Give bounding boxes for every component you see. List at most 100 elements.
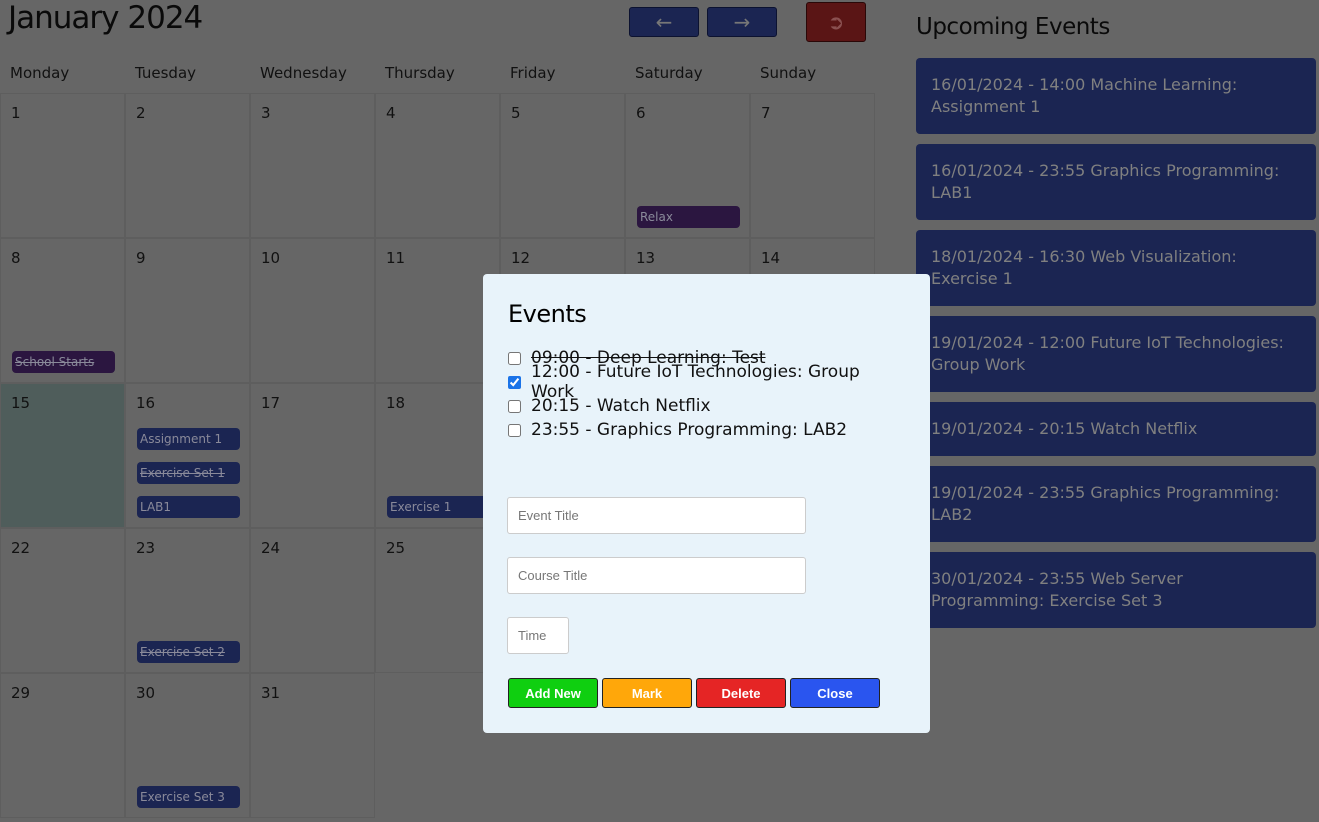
- upcoming-event-card[interactable]: 16/01/2024 - 23:55 Graphics Programming:…: [916, 144, 1316, 220]
- day-cell[interactable]: 24: [250, 528, 375, 673]
- day-cell[interactable]: 18 Exercise 1: [375, 383, 500, 528]
- day-number: 4: [386, 104, 396, 122]
- arrow-left-icon: ←: [655, 10, 673, 34]
- event-label: 20:15 - Watch Netflix: [531, 396, 711, 416]
- event-list: 09:00 - Deep Learning: Test 12:00 - Futur…: [508, 346, 905, 442]
- mark-button[interactable]: Mark: [602, 678, 692, 708]
- event-checkbox[interactable]: [508, 423, 521, 437]
- logout-button[interactable]: ➲: [806, 2, 866, 42]
- day-number: 11: [386, 249, 406, 267]
- event-item[interactable]: 23:55 - Graphics Programming: LAB2: [508, 418, 905, 442]
- weekday-label: Monday: [10, 64, 70, 82]
- arrow-right-icon: →: [733, 10, 751, 34]
- next-month-button[interactable]: →: [707, 7, 777, 37]
- event-chip[interactable]: Exercise Set 2: [137, 641, 240, 663]
- event-checkbox[interactable]: [508, 375, 521, 389]
- day-cell[interactable]: 17: [250, 383, 375, 528]
- weekday-label: Sunday: [760, 64, 817, 82]
- event-chip[interactable]: LAB1: [137, 496, 240, 518]
- day-number: 1: [11, 104, 21, 122]
- day-events: Exercise Set 3: [137, 786, 240, 808]
- day-number: 13: [636, 249, 656, 267]
- upcoming-event-card[interactable]: 19/01/2024 - 20:15 Watch Netflix: [916, 402, 1316, 456]
- day-number: 18: [386, 394, 406, 412]
- day-number: 30: [136, 684, 156, 702]
- event-title-input[interactable]: [507, 497, 806, 534]
- day-number: 25: [386, 539, 406, 557]
- weekday-label: Wednesday: [260, 64, 347, 82]
- day-cell[interactable]: 29: [0, 673, 125, 818]
- day-cell[interactable]: 23 Exercise Set 2: [125, 528, 250, 673]
- day-number: 29: [11, 684, 31, 702]
- event-chip[interactable]: School Starts: [12, 351, 115, 373]
- day-events: School Starts: [12, 351, 115, 373]
- day-cell[interactable]: 9: [125, 238, 250, 383]
- day-cell[interactable]: 6 Relax: [625, 93, 750, 238]
- upcoming-event-card[interactable]: 18/01/2024 - 16:30 Web Visualization: Ex…: [916, 230, 1316, 306]
- event-item[interactable]: 12:00 - Future IoT Technologies: Group W…: [508, 362, 905, 402]
- upcoming-event-card[interactable]: 16/01/2024 - 14:00 Machine Learning: Ass…: [916, 58, 1316, 134]
- event-chip[interactable]: Relax: [637, 206, 740, 228]
- day-number: 22: [11, 539, 31, 557]
- add-new-button[interactable]: Add New: [508, 678, 598, 708]
- day-number: 2: [136, 104, 146, 122]
- day-number: 12: [511, 249, 531, 267]
- time-input[interactable]: [507, 617, 569, 654]
- event-checkbox[interactable]: [508, 399, 521, 413]
- upcoming-event-card[interactable]: 19/01/2024 - 23:55 Graphics Programming:…: [916, 466, 1316, 542]
- month-title: January 2024: [8, 0, 203, 36]
- event-checkbox[interactable]: [508, 351, 521, 365]
- day-cell[interactable]: 3: [250, 93, 375, 238]
- day-number: 16: [136, 394, 156, 412]
- event-chip[interactable]: Exercise 1: [387, 496, 490, 518]
- day-events: Relax: [637, 206, 740, 228]
- day-cell[interactable]: 4: [375, 93, 500, 238]
- day-cell[interactable]: 8 School Starts: [0, 238, 125, 383]
- weekday-label: Friday: [510, 64, 556, 82]
- day-number: 7: [761, 104, 771, 122]
- day-cell[interactable]: 2: [125, 93, 250, 238]
- day-number: 14: [761, 249, 781, 267]
- day-cell[interactable]: 22: [0, 528, 125, 673]
- weekday-label: Thursday: [385, 64, 455, 82]
- day-cell[interactable]: 16 Assignment 1 Exercise Set 1 LAB1: [125, 383, 250, 528]
- event-chip[interactable]: Assignment 1: [137, 428, 240, 450]
- day-number: 17: [261, 394, 281, 412]
- upcoming-event-card[interactable]: 30/01/2024 - 23:55 Web Server Programmin…: [916, 552, 1316, 628]
- day-number: 8: [11, 249, 21, 267]
- course-title-input[interactable]: [507, 557, 806, 594]
- day-cell[interactable]: 5: [500, 93, 625, 238]
- close-button[interactable]: Close: [790, 678, 880, 708]
- day-number: 5: [511, 104, 521, 122]
- day-events: Exercise 1: [387, 496, 490, 518]
- upcoming-events-panel: Upcoming Events 16/01/2024 - 14:00 Machi…: [916, 14, 1316, 638]
- day-number: 15: [11, 394, 31, 412]
- upcoming-event-card[interactable]: 19/01/2024 - 12:00 Future IoT Technologi…: [916, 316, 1316, 392]
- day-cell[interactable]: 10: [250, 238, 375, 383]
- weekday-header: Monday Tuesday Wednesday Thursday Friday Satu…: [0, 60, 875, 93]
- day-number: 23: [136, 539, 156, 557]
- weekday-label: Saturday: [635, 64, 703, 82]
- day-cell[interactable]: 1: [0, 93, 125, 238]
- delete-button[interactable]: Delete: [696, 678, 786, 708]
- day-number: 24: [261, 539, 281, 557]
- day-number: 9: [136, 249, 146, 267]
- event-chip[interactable]: Exercise Set 1: [137, 462, 240, 484]
- day-number: 3: [261, 104, 271, 122]
- modal-title: Events: [508, 300, 587, 328]
- day-cell[interactable]: 31: [250, 673, 375, 818]
- day-number: 6: [636, 104, 646, 122]
- day-cell[interactable]: 11: [375, 238, 500, 383]
- day-events: Exercise Set 2: [137, 641, 240, 663]
- prev-month-button[interactable]: ←: [629, 7, 699, 37]
- day-cell[interactable]: 30 Exercise Set 3: [125, 673, 250, 818]
- day-number: 31: [261, 684, 281, 702]
- day-number: 10: [261, 249, 281, 267]
- sign-out-icon: ➲: [827, 10, 845, 34]
- event-chip[interactable]: Exercise Set 3: [137, 786, 240, 808]
- day-cell[interactable]: 25: [375, 528, 500, 673]
- day-cell[interactable]: 15: [0, 383, 125, 528]
- events-modal: Events 09:00 - Deep Learning: Test 12:00 …: [483, 274, 930, 733]
- upcoming-title: Upcoming Events: [916, 14, 1110, 40]
- day-cell[interactable]: 7: [750, 93, 875, 238]
